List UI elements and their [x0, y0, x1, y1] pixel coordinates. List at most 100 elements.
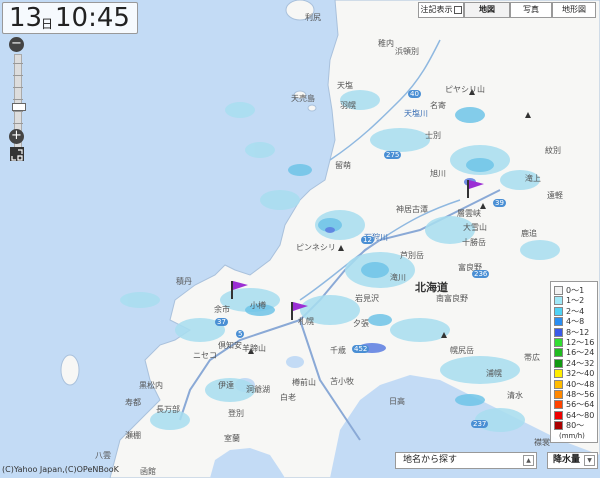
place-label-yoichi: 余市 — [214, 305, 230, 314]
route-marker: 37 — [215, 318, 228, 326]
route-marker: 40 — [408, 90, 421, 98]
place-label-wakkanai: 稚内 — [378, 39, 394, 48]
place-label-hidaka: 日高 — [389, 397, 405, 406]
place-label-shiraoi: 白老 — [280, 393, 296, 402]
place-search-dropdown[interactable]: 地名から探す ▲ — [395, 452, 537, 469]
timestamp-day: 13 — [9, 3, 43, 33]
legend-unit: (mm/h) — [559, 432, 585, 440]
dropdown-arrow-icon[interactable]: ▲ — [523, 455, 534, 466]
legend-item: 8～12 — [554, 327, 590, 338]
zoom-in-button[interactable]: + — [9, 129, 24, 144]
place-label-chitose: 千歳 — [330, 346, 346, 355]
place-label-takinoue: 滝上 — [525, 174, 541, 183]
place-label-iwamizawa: 岩見沢 — [355, 294, 379, 303]
legend-swatch — [554, 369, 563, 379]
hokkaido-landmass — [109, 0, 600, 478]
precipitation-dropdown[interactable]: 降水量 ▼ — [547, 452, 598, 469]
annotation-toggle-label: 注記表示 — [420, 5, 453, 14]
place-label-niseko: ニセコ — [193, 351, 217, 360]
place-label-oshamambe: 長万部 — [156, 405, 180, 414]
place-label-rishiri: 利尻 — [305, 13, 321, 22]
annotation-toggle[interactable]: 注記表示 — [418, 2, 464, 18]
map-terrain — [60, 0, 600, 478]
map-type-photo-button[interactable]: 写真 — [510, 2, 552, 18]
legend-item: 64～80 — [554, 410, 594, 421]
zoom-tick — [13, 111, 23, 112]
place-label-minamifurano: 南富良野 — [436, 294, 468, 303]
precipitation-legend: 0～1 1～2 2～4 4～8 8～12 12～16 16～24 24～32 32～40 40～4… — [550, 281, 598, 443]
zoom-control[interactable]: − + — [9, 37, 26, 161]
map-type-map-button[interactable]: 地図 — [464, 2, 510, 18]
legend-item: 2～4 — [554, 306, 585, 317]
place-label-shibetsu: 士別 — [425, 131, 441, 140]
route-marker: 39 — [493, 199, 506, 207]
legend-swatch — [554, 338, 563, 347]
map-type-terrain-button[interactable]: 地形図 — [552, 2, 596, 18]
legend-swatch — [554, 296, 563, 306]
legend-item: 12～16 — [554, 338, 594, 348]
place-label-asahikawa: 旭川 — [430, 169, 446, 178]
place-label-yotei: 羊蹄山 — [242, 344, 266, 353]
legend-swatch — [554, 421, 563, 431]
legend-item: 1～2 — [554, 296, 584, 306]
legend-swatch — [554, 400, 563, 410]
route-marker: 275 — [384, 151, 402, 159]
zoom-tick — [13, 99, 23, 100]
timestamp-time: 10:45 — [55, 3, 130, 33]
legend-item: 80～ — [554, 421, 584, 431]
zoom-tick — [13, 123, 23, 124]
legend-item: 16～24 — [554, 348, 594, 358]
timestamp-day-unit: 日 — [41, 17, 54, 31]
place-label-shimizu: 清水 — [507, 391, 523, 400]
legend-label: 1～2 — [566, 296, 585, 306]
legend-label: 8～12 — [566, 327, 590, 337]
legend-swatch — [554, 390, 563, 399]
place-search-label: 地名から探す — [403, 455, 458, 465]
place-label-haboro: 羽幌 — [340, 101, 356, 110]
legend-label: 32～40 — [566, 369, 595, 379]
place-label-engaru: 遠軽 — [547, 191, 563, 200]
radar-map[interactable]: 利尻 稚内 天塩 天売島 羽幌 士別 名寄 留萌 旭川 層雲峡 大雪山 ピンネシ… — [0, 0, 600, 478]
yagishiri-island — [307, 104, 317, 112]
place-label-shikaoi: 鹿追 — [521, 229, 537, 238]
place-label-setana: 瀬棚 — [125, 431, 141, 440]
route-marker: 236 — [472, 270, 490, 278]
zoom-slider-handle[interactable] — [12, 103, 26, 111]
legend-swatch — [554, 358, 563, 368]
annotation-checkbox[interactable] — [453, 5, 462, 14]
legend-item: 24～32 — [554, 358, 594, 369]
route-marker: 12 — [361, 236, 374, 244]
zoom-tick — [13, 63, 23, 64]
legend-swatch — [554, 410, 563, 420]
legend-item: 56～64 — [554, 400, 594, 410]
place-label-yubari: 夕張 — [353, 319, 369, 328]
place-label-kamuikotan: 神居古潭 — [396, 205, 428, 214]
place-label-tokachi-dake: 十勝岳 — [462, 238, 486, 247]
place-label-daisetsu: 大雪山 — [463, 223, 487, 232]
zoom-out-button[interactable]: − — [9, 37, 24, 52]
place-label-horoshiri: 幌尻岳 — [450, 346, 474, 355]
place-label-hakodate: 函館 — [140, 467, 156, 476]
route-marker: 452 — [352, 345, 370, 353]
place-label-sapporo: 札幌 — [298, 317, 314, 326]
map-type-switcher[interactable]: 注記表示 地図 写真 地形図 — [418, 2, 596, 18]
place-label-teshio: 天塩 — [337, 81, 353, 90]
legend-label: 16～24 — [566, 348, 595, 358]
place-label-urahoro: 浦幌 — [486, 369, 502, 378]
place-label-yakumo: 八雲 — [95, 451, 111, 460]
place-label-toya: 洞爺湖 — [246, 385, 270, 394]
legend-swatch — [554, 379, 563, 389]
place-label-pinneshiri: ピンネシリ — [296, 243, 336, 252]
place-label-nayoro: 名寄 — [430, 101, 446, 110]
fullscreen-icon[interactable] — [10, 147, 24, 161]
place-label-monbetsu: 紋別 — [545, 146, 561, 155]
place-label-otaru: 小樽 — [250, 301, 266, 310]
legend-label: 2～4 — [566, 306, 585, 316]
place-label-shakotan: 積丹 — [176, 277, 192, 286]
place-label-tarumae: 樽前山 — [292, 378, 316, 387]
precipitation-label: 降水量 — [553, 455, 581, 465]
dropdown-arrow-icon[interactable]: ▼ — [584, 455, 595, 466]
zoom-tick — [13, 75, 23, 76]
copyright-notice: (C)Yahoo Japan,(C)OPeNBooK — [2, 465, 119, 474]
okushiri-island — [60, 354, 80, 386]
